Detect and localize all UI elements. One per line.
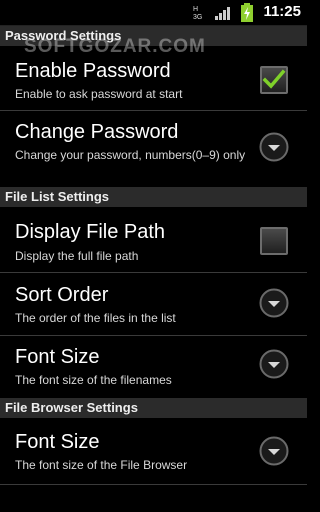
font-size-browser-item[interactable]: Font Size The font size of the File Brow… xyxy=(0,419,307,483)
sort-order-summary: The order of the files in the list xyxy=(15,311,176,325)
enable-password-summary: Enable to ask password at start xyxy=(15,87,183,101)
status-bar: H 3G 11:25 xyxy=(0,0,307,26)
chevron-down-icon[interactable] xyxy=(259,436,289,466)
3g-icon: H 3G xyxy=(193,6,202,20)
font-size-filenames-item[interactable]: Font Size The font size of the filenames xyxy=(0,336,307,397)
section-header-file-list: File List Settings xyxy=(0,187,307,207)
sort-order-item[interactable]: Sort Order The order of the files in the… xyxy=(0,273,307,335)
chevron-down-icon[interactable] xyxy=(259,349,289,379)
battery-charging-icon xyxy=(241,3,253,22)
display-file-path-checkbox[interactable] xyxy=(260,227,288,255)
divider xyxy=(0,484,307,485)
svg-text:H: H xyxy=(193,6,198,13)
signal-icon xyxy=(215,7,230,20)
enable-password-item[interactable]: Enable Password Enable to ask password a… xyxy=(0,47,307,110)
section-header-file-browser: File Browser Settings xyxy=(0,398,307,418)
change-password-title: Change Password xyxy=(15,121,179,143)
enable-password-checkbox[interactable] xyxy=(260,66,288,94)
font-size-browser-summary: The font size of the File Browser xyxy=(15,458,188,472)
clock: 11:25 xyxy=(263,3,301,20)
chevron-down-icon[interactable] xyxy=(259,132,289,162)
change-password-item[interactable]: Change Password Change your password, nu… xyxy=(0,111,307,186)
display-file-path-summary: Display the full file path xyxy=(15,249,139,263)
display-file-path-title: Display File Path xyxy=(15,221,166,243)
chevron-down-icon[interactable] xyxy=(259,288,289,318)
font-size-filenames-title: Font Size xyxy=(15,346,100,368)
font-size-browser-title: Font Size xyxy=(15,431,100,453)
font-size-filenames-summary: The font size of the filenames xyxy=(15,373,172,387)
display-file-path-item[interactable]: Display File Path Display the full file … xyxy=(0,208,307,272)
change-password-summary: Change your password, numbers(0–9) only xyxy=(15,148,246,162)
sort-order-title: Sort Order xyxy=(15,284,109,306)
checkmark-icon xyxy=(262,69,286,89)
svg-text:3G: 3G xyxy=(193,14,202,20)
enable-password-title: Enable Password xyxy=(15,60,171,82)
